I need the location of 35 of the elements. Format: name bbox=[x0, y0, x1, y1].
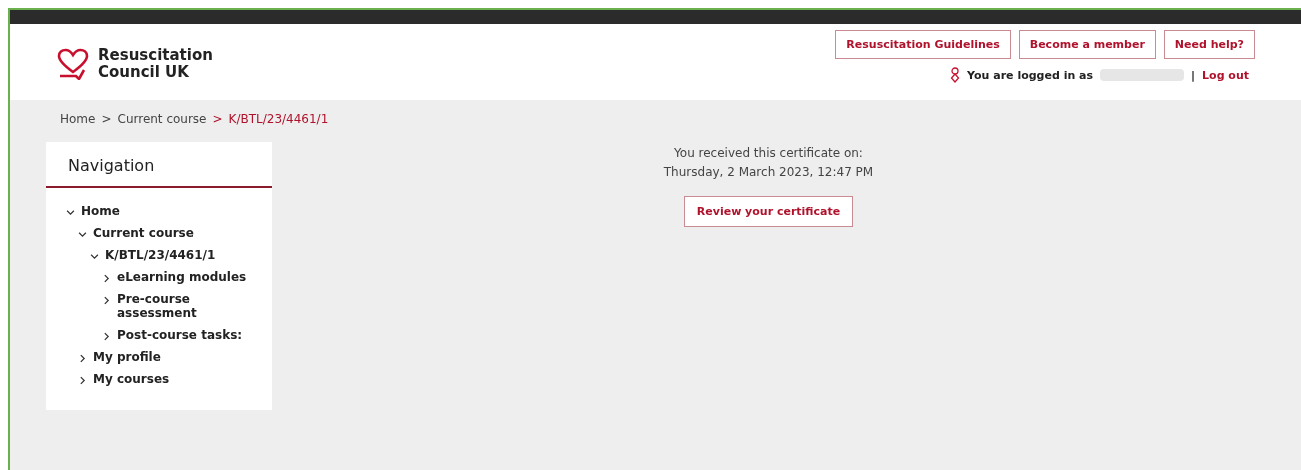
user-icon bbox=[950, 67, 961, 83]
breadcrumb-link[interactable]: Home bbox=[60, 112, 96, 142]
nav-tree-item[interactable]: eLearning modules bbox=[117, 270, 247, 284]
chevron-right-icon[interactable] bbox=[78, 376, 87, 385]
certificate-date: Thursday, 2 March 2023, 12:47 PM bbox=[663, 165, 874, 179]
logo-text: Resuscitation bbox=[98, 47, 213, 64]
nav-tree-item[interactable]: Current course bbox=[93, 226, 194, 240]
nav-tree-item[interactable]: K/BTL/23/4461/1 bbox=[105, 248, 216, 262]
nav-tree-item[interactable]: Home bbox=[81, 204, 120, 218]
chevron-right-icon[interactable] bbox=[102, 274, 111, 283]
navigation-title: Navigation bbox=[46, 142, 272, 188]
breadcrumb-link[interactable]: K/BTL/23/4461/1 bbox=[228, 112, 329, 142]
nav-tree-item[interactable]: My profile bbox=[93, 350, 161, 364]
header-button[interactable]: Need help? bbox=[1163, 30, 1255, 59]
login-status-text: You are logged in as bbox=[967, 68, 1094, 82]
breadcrumb-separator: > bbox=[212, 112, 223, 128]
nav-tree-item[interactable]: My courses bbox=[93, 372, 170, 386]
breadcrumb-separator: > bbox=[101, 112, 112, 128]
chevron-right-icon[interactable] bbox=[102, 296, 111, 305]
breadcrumb-link[interactable]: Current course bbox=[117, 112, 207, 142]
separator-text: | bbox=[1191, 68, 1196, 82]
header-button[interactable]: Become a member bbox=[1018, 30, 1156, 59]
chevron-right-icon[interactable] bbox=[78, 354, 87, 363]
review-certificate-button[interactable]: Review your certificate bbox=[683, 196, 854, 227]
nav-tree-item[interactable]: Post-course tasks: bbox=[117, 328, 243, 342]
header-button[interactable]: Resuscitation Guidelines bbox=[835, 30, 1011, 59]
chevron-down-icon[interactable] bbox=[78, 230, 87, 239]
heart-icon bbox=[56, 48, 90, 80]
chevron-down-icon[interactable] bbox=[66, 208, 75, 217]
chevron-right-icon[interactable] bbox=[102, 332, 111, 341]
logout-link[interactable]: Log out bbox=[1202, 68, 1249, 82]
nav-tree-item[interactable]: Pre-course assessment bbox=[117, 292, 247, 320]
certificate-text: You received this certificate on: bbox=[674, 146, 863, 160]
chevron-down-icon[interactable] bbox=[90, 252, 99, 261]
logo-text: Council UK bbox=[98, 64, 190, 81]
